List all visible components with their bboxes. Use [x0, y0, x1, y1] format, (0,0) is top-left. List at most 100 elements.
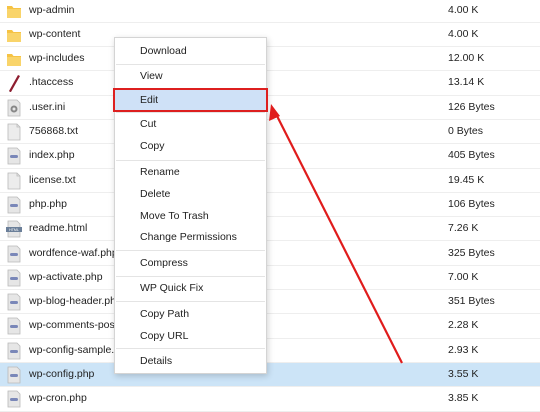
settings-file-icon — [6, 99, 22, 117]
file-row[interactable]: wp-config-sample.php 2.93 K — [0, 339, 540, 363]
file-row[interactable]: 756868.txt 0 Bytes — [0, 120, 540, 145]
php-file-icon — [6, 147, 22, 165]
file-size: 2.93 K — [448, 343, 479, 356]
menu-item-label: Delete — [140, 188, 171, 200]
file-row[interactable]: license.txt 19.45 K — [0, 169, 540, 193]
menu-item-rename[interactable]: Rename — [115, 162, 266, 183]
menu-item-label: Details — [140, 355, 173, 367]
menu-item-label: Change Permissions — [140, 231, 237, 243]
menu-item-delete[interactable]: Delete — [115, 184, 266, 205]
menu-separator — [116, 250, 265, 251]
menu-item-details[interactable]: Details — [115, 351, 266, 372]
file-list: wp-admin 4.00 K wp-content 4.00 K wp-include… — [0, 0, 540, 412]
file-size: 7.00 K — [448, 270, 479, 283]
menu-separator — [116, 64, 265, 65]
file-name: wp-config.php — [29, 368, 95, 380]
menu-item-label: Edit — [140, 94, 159, 106]
menu-separator — [116, 276, 265, 277]
menu-item-copy-path[interactable]: Copy Path — [115, 304, 266, 325]
menu-item-edit[interactable]: Edit — [113, 88, 268, 112]
file-size: 0 Bytes — [448, 125, 484, 137]
menu-item-label: Cut — [140, 118, 157, 130]
file-row[interactable]: wp-admin 4.00 K — [0, 0, 540, 23]
file-size: 7.26 K — [448, 222, 479, 235]
file-row[interactable]: .htaccess 13.14 K — [0, 71, 540, 96]
file-row[interactable]: wp-content 4.00 K — [0, 23, 540, 48]
file-row[interactable]: wp-blog-header.php 351 Bytes — [0, 290, 540, 315]
file-row[interactable]: .user.ini 126 Bytes — [0, 96, 540, 120]
file-size: 3.55 K — [448, 368, 479, 380]
text-file-icon — [6, 123, 22, 141]
file-name: .user.ini — [29, 100, 66, 113]
file-name: wp-content — [29, 27, 81, 40]
menu-item-wp-quick-fix[interactable]: WP Quick Fix — [115, 278, 266, 299]
file-row[interactable]: php.php 106 Bytes — [0, 193, 540, 218]
folder-icon — [6, 50, 22, 68]
menu-item-download[interactable]: Download — [115, 41, 266, 62]
file-size: 4.00 K — [448, 27, 479, 40]
php-file-icon — [6, 390, 22, 408]
menu-separator — [116, 112, 265, 113]
php-file-icon — [6, 245, 22, 263]
file-size: 351 Bytes — [448, 295, 495, 308]
menu-item-copy[interactable]: Copy — [115, 136, 266, 157]
file-name: wp-includes — [29, 52, 85, 65]
menu-item-label: Move To Trash — [140, 210, 209, 222]
file-size: 106 Bytes — [448, 197, 495, 210]
file-row[interactable]: index.php 405 Bytes — [0, 144, 540, 169]
html-file-icon: HTML — [6, 220, 22, 238]
file-size: 12.00 K — [448, 52, 485, 65]
file-row[interactable]: wp-includes 12.00 K — [0, 47, 540, 72]
folder-icon — [6, 26, 22, 44]
menu-item-label: Copy Path — [140, 308, 190, 320]
file-row[interactable]: wp-comments-post.php 2.28 K — [0, 314, 540, 339]
svg-text:HTML: HTML — [9, 228, 19, 232]
file-size: 3.85 K — [448, 392, 479, 405]
file-name: .htaccess — [29, 76, 74, 89]
file-row[interactable]: wp-activate.php 7.00 K — [0, 266, 540, 291]
php-file-icon — [6, 342, 22, 360]
menu-separator — [116, 160, 265, 161]
menu-item-move-to-trash[interactable]: Move To Trash — [115, 206, 266, 227]
menu-item-label: Copy — [140, 140, 165, 152]
file-name: php.php — [29, 197, 67, 210]
file-row[interactable]: wp-config.php 3.55 K — [0, 363, 540, 388]
file-name: license.txt — [29, 173, 76, 186]
menu-item-change-permissions[interactable]: Change Permissions — [115, 227, 266, 248]
file-name: readme.html — [29, 222, 88, 235]
file-name: wp-blog-header.php — [29, 295, 122, 308]
menu-item-label: Download — [140, 45, 187, 57]
file-name: index.php — [29, 149, 75, 162]
menu-separator — [116, 348, 265, 349]
file-size: 2.28 K — [448, 319, 479, 332]
file-size: 19.45 K — [448, 173, 485, 186]
php-file-icon — [6, 269, 22, 287]
menu-item-copy-url[interactable]: Copy URL — [115, 326, 266, 347]
file-name: wp-cron.php — [29, 392, 87, 405]
file-row[interactable]: HTML readme.html 7.26 K — [0, 217, 540, 242]
menu-item-label: Compress — [140, 257, 188, 269]
menu-item-label: Copy URL — [140, 330, 189, 342]
php-file-icon — [6, 293, 22, 311]
menu-item-label: View — [140, 70, 163, 82]
file-row[interactable]: wp-cron.php 3.85 K — [0, 387, 540, 412]
php-file-icon — [6, 196, 22, 214]
menu-item-compress[interactable]: Compress — [115, 253, 266, 274]
php-file-icon — [6, 317, 22, 335]
context-menu: Download View Edit Cut Copy Rename Delete Move … — [113, 37, 268, 374]
php-file-icon — [6, 366, 22, 384]
file-name: 756868.txt — [29, 125, 79, 137]
menu-item-view[interactable]: View — [115, 66, 266, 87]
menu-item-label: Rename — [140, 166, 180, 178]
file-name: wordfence-waf.php — [29, 246, 118, 259]
file-size: 126 Bytes — [448, 100, 495, 113]
file-row[interactable]: wordfence-waf.php 325 Bytes — [0, 242, 540, 266]
text-file-icon — [6, 172, 22, 190]
menu-item-cut[interactable]: Cut — [115, 114, 266, 135]
file-size: 325 Bytes — [448, 246, 495, 259]
file-size: 4.00 K — [448, 3, 479, 16]
file-size: 13.14 K — [448, 76, 485, 89]
menu-item-label: WP Quick Fix — [140, 282, 204, 294]
htaccess-file-icon — [6, 74, 22, 93]
file-name: wp-activate.php — [29, 270, 103, 283]
